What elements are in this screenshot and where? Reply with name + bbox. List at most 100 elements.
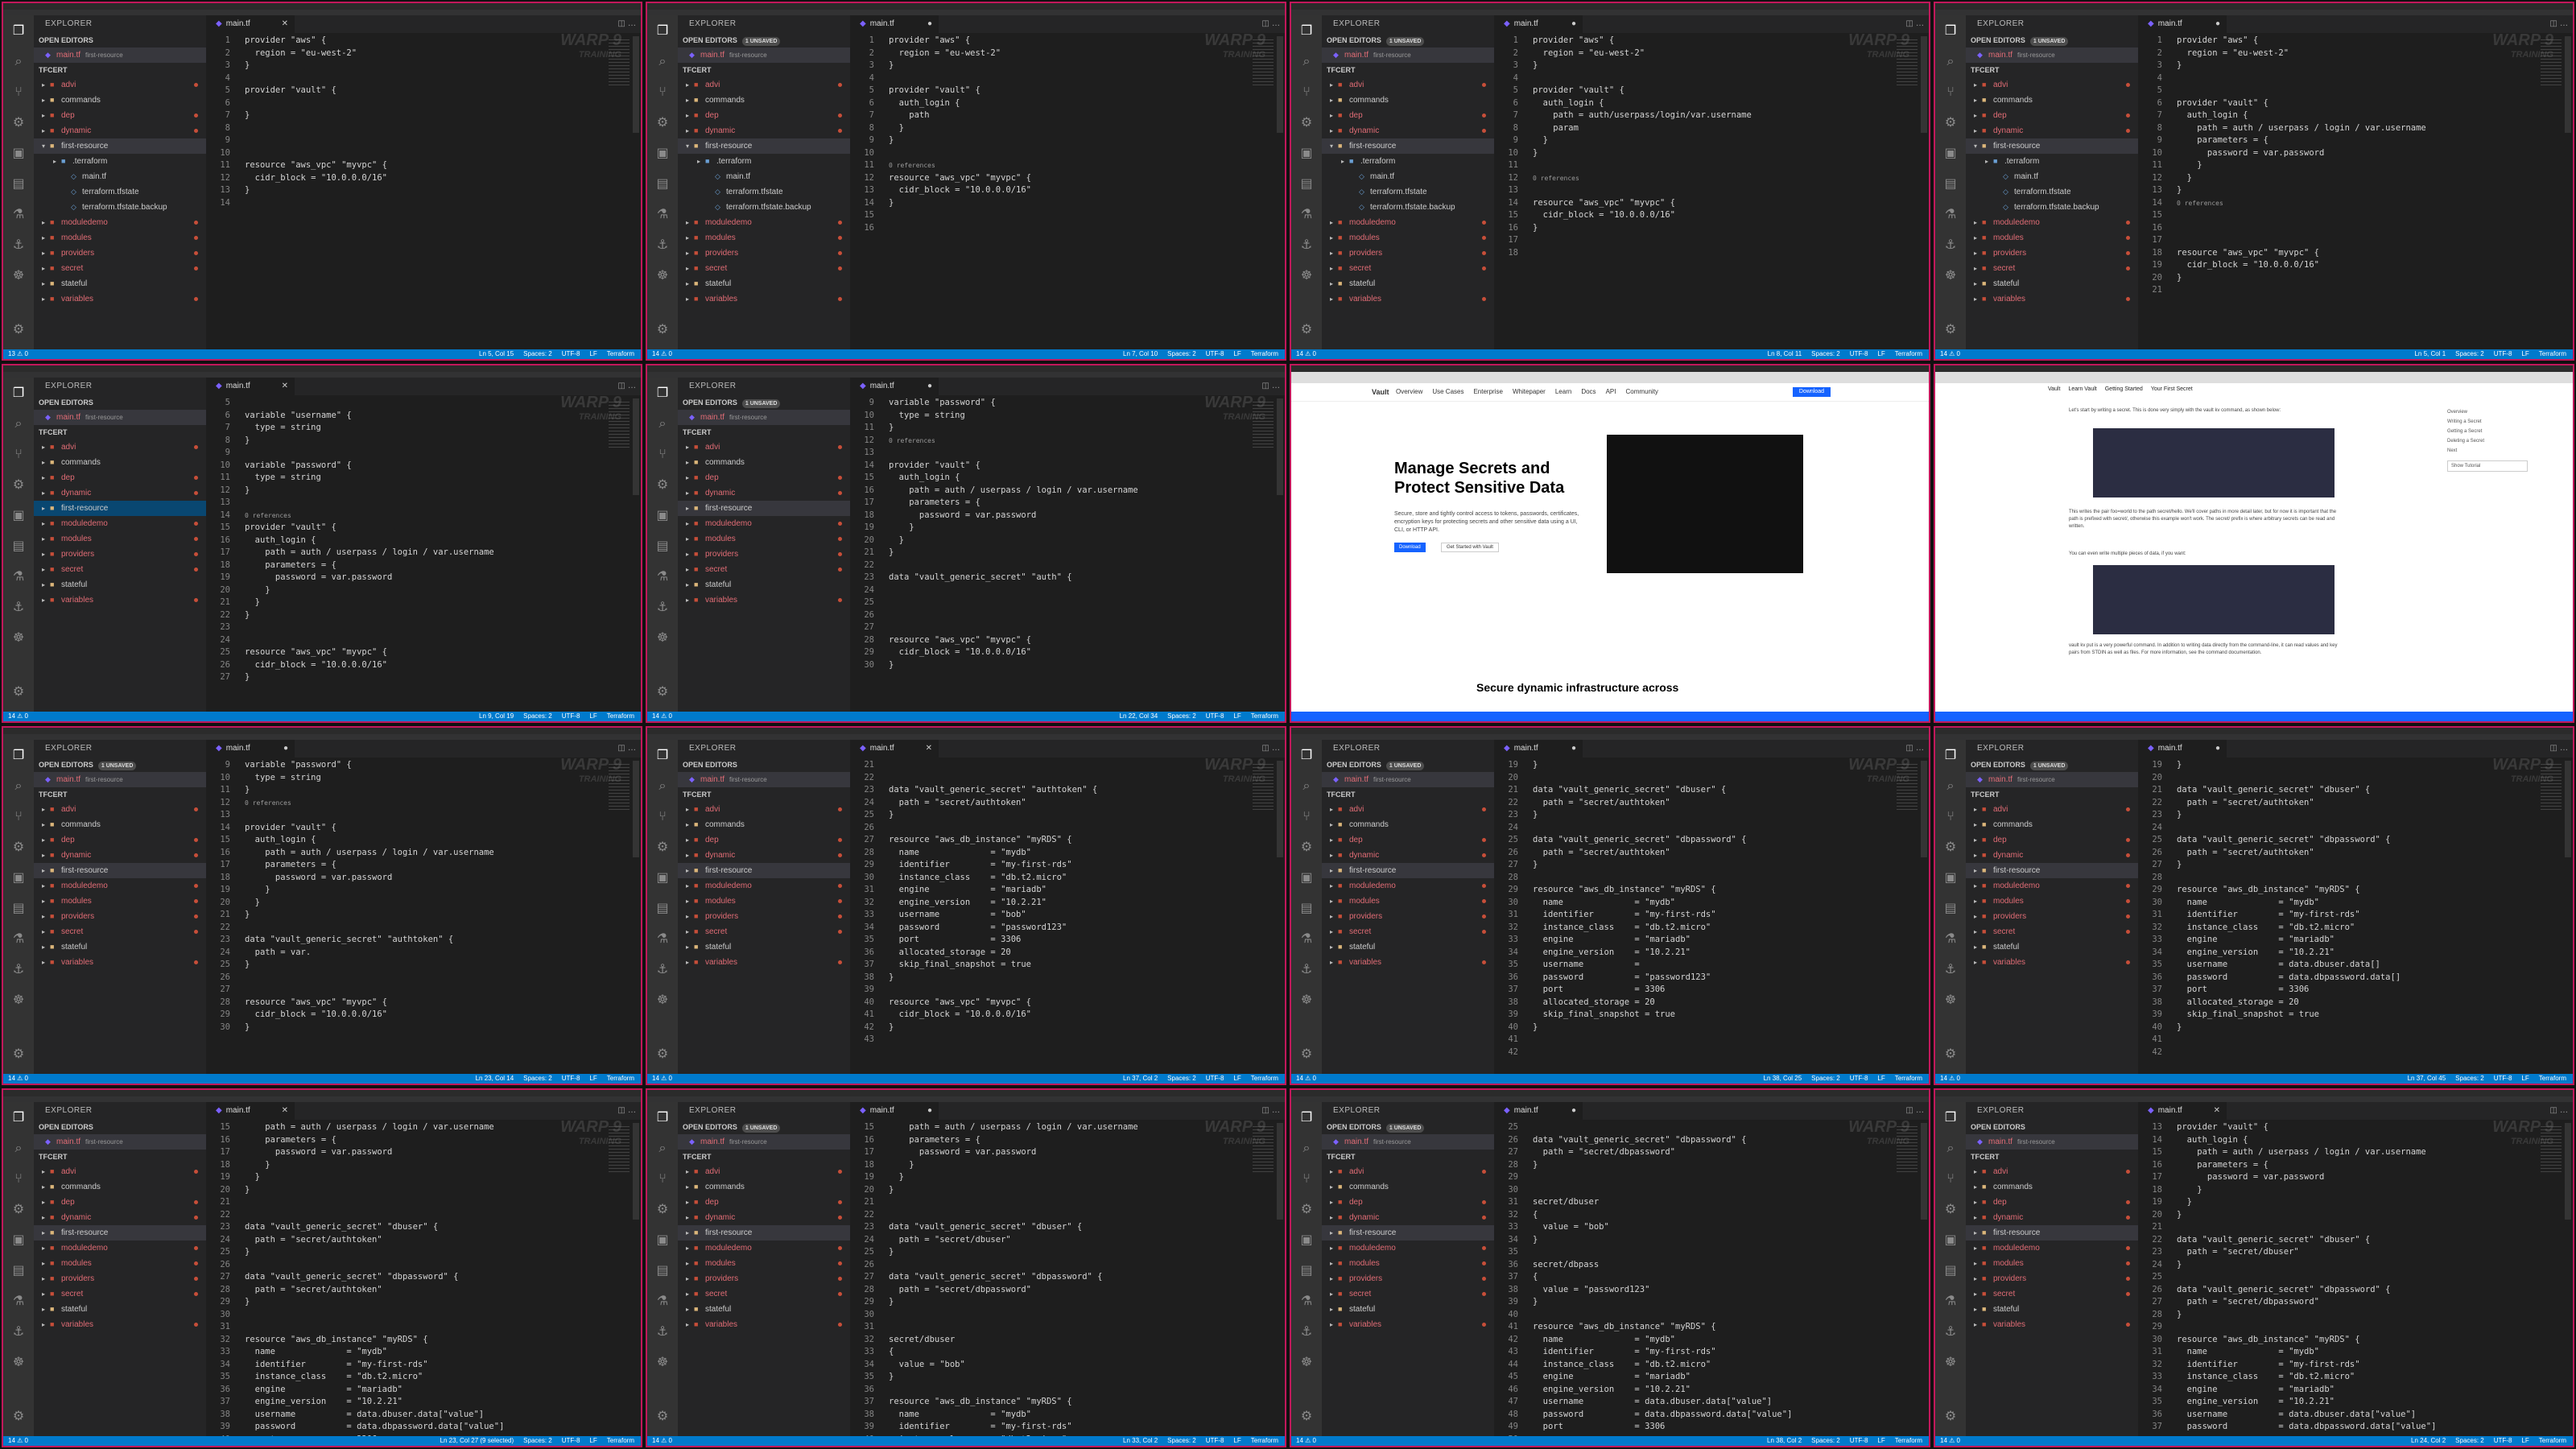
files-icon[interactable]: ❐ (1291, 15, 1322, 46)
folder-variables[interactable]: ▸ ■ variables (1966, 955, 2138, 970)
search-icon[interactable]: ⌕ (1291, 46, 1322, 76)
editor-tab-main-tf[interactable]: ◆ main.tf ✕ (850, 740, 939, 758)
close-icon[interactable]: ✕ (282, 1102, 288, 1120)
folder-secret[interactable]: ▸ ■ secret (1322, 924, 1494, 939)
remote-explorer-icon[interactable]: ▣ (1291, 862, 1322, 893)
source-control-icon[interactable]: ⑂ (1935, 1163, 1966, 1194)
database-icon[interactable]: ▤ (647, 893, 678, 923)
open-editors-header[interactable]: OPEN EDITORS 1 UNSAVED (1322, 1120, 1494, 1134)
cursor-position[interactable]: Ln 37, Col 45 (2408, 1075, 2446, 1082)
doc-side-item[interactable]: Next (2447, 446, 2528, 456)
remote-explorer-icon[interactable]: ▣ (1291, 1224, 1322, 1255)
minimap[interactable] (2541, 1126, 2562, 1174)
files-icon[interactable]: ❐ (1935, 15, 1966, 46)
minimap[interactable] (1253, 1126, 1274, 1174)
split-editor-icon[interactable]: ◫ … (1261, 1102, 1280, 1120)
encoding[interactable]: UTF-8 (2494, 1437, 2512, 1444)
search-icon[interactable]: ⌕ (647, 46, 678, 76)
folder-secret[interactable]: ▸ ■ secret (34, 1286, 206, 1302)
database-icon[interactable]: ▤ (1935, 893, 1966, 923)
encoding[interactable]: UTF-8 (1206, 1075, 1224, 1082)
editor-tab-main-tf[interactable]: ◆ main.tf ● (850, 15, 939, 33)
test-icon[interactable]: ⚗ (1935, 923, 1966, 954)
search-icon[interactable]: ⌕ (1935, 770, 1966, 801)
folder-secret[interactable]: ▸ ■ secret (34, 562, 206, 577)
remote-explorer-icon[interactable]: ▣ (647, 862, 678, 893)
folder-dep[interactable]: ▸ ■ dep (1966, 108, 2138, 123)
unsaved-dot-icon[interactable]: ● (2215, 740, 2220, 758)
folder-providers[interactable]: ▸ ■ providers (34, 909, 206, 924)
folder-moduledemo[interactable]: ▸ ■ moduledemo (34, 1241, 206, 1256)
folder-commands[interactable]: ▸ ■ commands (34, 455, 206, 470)
folder-commands[interactable]: ▸ ■ commands (1966, 93, 2138, 108)
split-editor-icon[interactable]: ◫ … (2549, 15, 2568, 33)
folder-stateful[interactable]: ▸ ■ stateful (1322, 1302, 1494, 1317)
cursor-position[interactable]: Ln 8, Col 11 (1768, 350, 1802, 357)
test-icon[interactable]: ⚗ (1935, 199, 1966, 229)
test-icon[interactable]: ⚗ (3, 923, 34, 954)
indentation[interactable]: Spaces: 2 (523, 712, 552, 720)
editor-tab-main-tf[interactable]: ◆ main.tf ● (1494, 1102, 1583, 1120)
extensions-icon[interactable]: ⚙ (1935, 1194, 1966, 1224)
indentation[interactable]: Spaces: 2 (1811, 1075, 1840, 1082)
folder-moduledemo[interactable]: ▸ ■ moduledemo (1322, 1241, 1494, 1256)
open-editors-header[interactable]: OPEN EDITORS 1 UNSAVED (1322, 758, 1494, 772)
folder-variables[interactable]: ▸ ■ variables (678, 1317, 850, 1332)
line-ending[interactable]: LF (2521, 1437, 2529, 1444)
folder-first-resource[interactable]: ▸ ■ first-resource (1966, 863, 2138, 878)
open-editor-item[interactable]: ◆ main.tf first-resource (1966, 1134, 2138, 1150)
vertical-scrollbar[interactable] (2565, 761, 2571, 857)
remote-explorer-icon[interactable]: ▣ (1935, 1224, 1966, 1255)
file-terraformtfstatebackup[interactable]: ◇ terraform.tfstate.backup (678, 200, 850, 215)
open-editors-header[interactable]: OPEN EDITORS (34, 33, 206, 47)
extensions-icon[interactable]: ⚙ (647, 107, 678, 138)
vertical-scrollbar[interactable] (633, 761, 639, 857)
database-icon[interactable]: ▤ (3, 168, 34, 199)
doc-nav-item[interactable]: Learn Vault (2068, 386, 2096, 392)
folder-stateful[interactable]: ▸ ■ stateful (1966, 276, 2138, 291)
nav-item[interactable]: Enterprise (1473, 388, 1502, 395)
problems-indicator[interactable]: 13 ⚠ 0 (8, 349, 28, 359)
folder-secret[interactable]: ▸ ■ secret (34, 924, 206, 939)
source-control-icon[interactable]: ⑂ (3, 76, 34, 107)
files-icon[interactable]: ❐ (3, 740, 34, 770)
line-ending[interactable]: LF (2521, 350, 2529, 357)
folder-first-resource[interactable]: ▸ ■ first-resource (34, 501, 206, 516)
extensions-icon[interactable]: ⚙ (3, 1194, 34, 1224)
cursor-position[interactable]: Ln 7, Col 10 (1123, 350, 1158, 357)
problems-indicator[interactable]: 14 ⚠ 0 (8, 712, 28, 721)
code-editor[interactable]: 5 6 variable "username" {7 type = string 8}… (206, 397, 609, 712)
folder-commands[interactable]: ▸ ■ commands (34, 1179, 206, 1195)
folder-secret[interactable]: ▸ ■ secret (678, 1286, 850, 1302)
database-icon[interactable]: ▤ (647, 1255, 678, 1286)
open-editors-header[interactable]: OPEN EDITORS (678, 758, 850, 772)
folder-dep[interactable]: ▸ ■ dep (1322, 832, 1494, 848)
folder-first-resource[interactable]: ▸ ■ first-resource (34, 863, 206, 878)
files-icon[interactable]: ❐ (1291, 1102, 1322, 1133)
get-started-button[interactable]: Get Started with Vault (1441, 543, 1499, 552)
vertical-scrollbar[interactable] (2565, 36, 2571, 133)
folder-moduledemo[interactable]: ▸ ■ moduledemo (678, 1241, 850, 1256)
folder-commands[interactable]: ▸ ■ commands (678, 455, 850, 470)
encoding[interactable]: UTF-8 (1850, 350, 1868, 357)
indentation[interactable]: Spaces: 2 (523, 1437, 552, 1444)
folder-variables[interactable]: ▸ ■ variables (34, 291, 206, 307)
folder-advi[interactable]: ▸ ■ advi (1966, 1164, 2138, 1179)
open-editor-item[interactable]: ◆ main.tf first-resource (34, 1134, 206, 1150)
doc-side-item[interactable]: Writing a Secret (2447, 417, 2528, 427)
kubernetes-icon[interactable]: ☸ (647, 260, 678, 291)
problems-indicator[interactable]: 14 ⚠ 0 (652, 1074, 672, 1084)
extensions-icon[interactable]: ⚙ (1935, 832, 1966, 862)
language-mode[interactable]: Terraform (1251, 350, 1278, 357)
settings-gear-icon[interactable]: ⚙ (1291, 314, 1322, 345)
problems-indicator[interactable]: 14 ⚠ 0 (8, 1074, 28, 1084)
cursor-position[interactable]: Ln 22, Col 34 (1120, 712, 1158, 720)
folder-first-resource[interactable]: ▾ ■ first-resource (1322, 138, 1494, 154)
cursor-position[interactable]: Ln 5, Col 1 (2414, 350, 2446, 357)
folder-moduledemo[interactable]: ▸ ■ moduledemo (678, 878, 850, 894)
folder-advi[interactable]: ▸ ■ advi (1966, 802, 2138, 817)
folder-providers[interactable]: ▸ ■ providers (1966, 246, 2138, 261)
line-ending[interactable]: LF (1233, 1437, 1241, 1444)
code-editor[interactable]: 1 provider "aws" {2 region = "eu-west-2" 3… (2138, 35, 2541, 349)
kubernetes-icon[interactable]: ☸ (1935, 1347, 1966, 1377)
